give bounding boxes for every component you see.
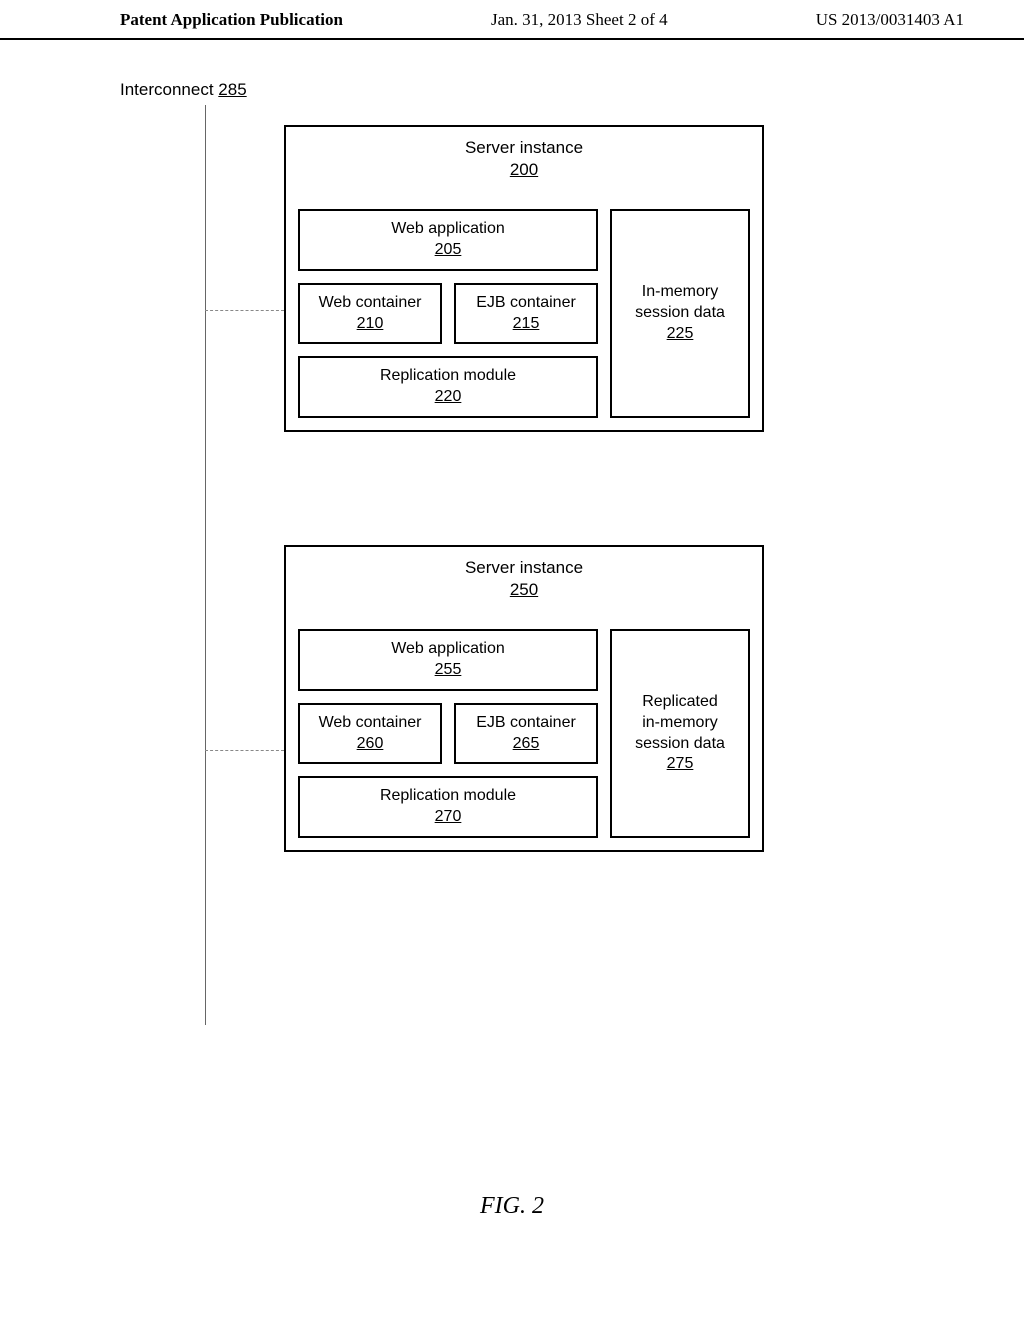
interconnect-text: Interconnect — [120, 80, 214, 99]
left-column: Web application 205 Web container 210 EJ… — [298, 209, 598, 418]
webapp-ref: 255 — [435, 660, 462, 681]
replication-module-box: Replication module 270 — [298, 776, 598, 838]
connector-2 — [205, 750, 284, 751]
session-line2: in-memory — [642, 713, 718, 734]
header-center: Jan. 31, 2013 Sheet 2 of 4 — [491, 10, 668, 30]
server-title-text: Server instance — [465, 558, 583, 577]
interconnect-ref: 285 — [218, 80, 246, 99]
right-column: In-memory session data 225 — [610, 209, 750, 418]
ejbcontainer-label: EJB container — [476, 713, 576, 734]
session-ref: 225 — [667, 324, 694, 345]
page-body: Interconnect 285 Server instance 200 Web… — [0, 40, 1024, 1025]
interconnect-label: Interconnect 285 — [120, 80, 974, 100]
server-title-250: Server instance 250 — [298, 557, 750, 601]
server-title-200: Server instance 200 — [298, 137, 750, 181]
session-line3: session data — [635, 734, 725, 755]
webcontainer-label: Web container — [319, 713, 422, 734]
ejb-container-box: EJB container 265 — [454, 703, 598, 765]
replication-ref: 270 — [435, 807, 462, 828]
webcontainer-ref: 260 — [357, 734, 384, 755]
page-header: Patent Application Publication Jan. 31, … — [0, 0, 1024, 40]
server-title-text: Server instance — [465, 138, 583, 157]
figure-caption: FIG. 2 — [0, 1193, 1024, 1220]
server-ref: 200 — [510, 160, 538, 179]
header-right: US 2013/0031403 A1 — [816, 10, 964, 30]
server-columns: Web application 255 Web container 260 EJ… — [298, 629, 750, 838]
webcontainer-ref: 210 — [357, 314, 384, 335]
webcontainer-label: Web container — [319, 293, 422, 314]
ejb-container-box: EJB container 215 — [454, 283, 598, 345]
container-pair: Web container 260 EJB container 265 — [298, 703, 598, 765]
ejbcontainer-ref: 215 — [513, 314, 540, 335]
server-instance-250: Server instance 250 Web application 255 … — [284, 545, 764, 852]
connector-1 — [205, 310, 284, 311]
replication-label: Replication module — [380, 786, 516, 807]
session-ref: 275 — [667, 754, 694, 775]
replication-module-box: Replication module 220 — [298, 356, 598, 418]
webapp-label: Web application — [391, 639, 505, 660]
container-pair: Web container 210 EJB container 215 — [298, 283, 598, 345]
session-line2: session data — [635, 303, 725, 324]
replication-ref: 220 — [435, 387, 462, 408]
web-container-box: Web container 260 — [298, 703, 442, 765]
ejbcontainer-ref: 265 — [513, 734, 540, 755]
server-columns: Web application 205 Web container 210 EJ… — [298, 209, 750, 418]
session-line1: Replicated — [642, 692, 718, 713]
left-column: Web application 255 Web container 260 EJ… — [298, 629, 598, 838]
session-line1: In-memory — [642, 282, 718, 303]
server-ref: 250 — [510, 580, 538, 599]
ejbcontainer-label: EJB container — [476, 293, 576, 314]
web-application-box: Web application 205 — [298, 209, 598, 271]
header-left: Patent Application Publication — [120, 10, 343, 30]
web-application-box: Web application 255 — [298, 629, 598, 691]
interconnect-line — [205, 105, 206, 1025]
replicated-session-box: Replicated in-memory session data 275 — [610, 629, 750, 838]
webapp-ref: 205 — [435, 240, 462, 261]
webapp-label: Web application — [391, 219, 505, 240]
replication-label: Replication module — [380, 366, 516, 387]
server-instance-200: Server instance 200 Web application 205 … — [284, 125, 764, 432]
web-container-box: Web container 210 — [298, 283, 442, 345]
right-column: Replicated in-memory session data 275 — [610, 629, 750, 838]
diagram-area: Server instance 200 Web application 205 … — [120, 105, 974, 1025]
in-memory-session-box: In-memory session data 225 — [610, 209, 750, 418]
